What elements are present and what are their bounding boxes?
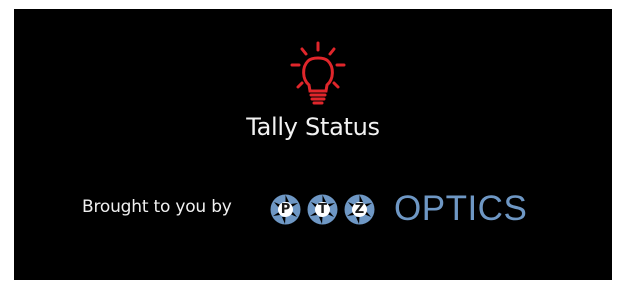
page-title: Tally Status [246, 113, 380, 141]
logo-letter-p: P [280, 202, 291, 217]
ptzoptics-logo: P T Z OPTICS [270, 190, 562, 228]
logo-letter-t: T [318, 202, 327, 217]
credit-text: Brought to you by [82, 197, 232, 217]
logo-letter-z: Z [354, 202, 365, 217]
logo-wordmark: OPTICS [394, 189, 528, 228]
lightbulb-icon [290, 41, 346, 105]
tally-status-panel: Tally Status Brought to you by P T Z OPT… [14, 9, 612, 280]
